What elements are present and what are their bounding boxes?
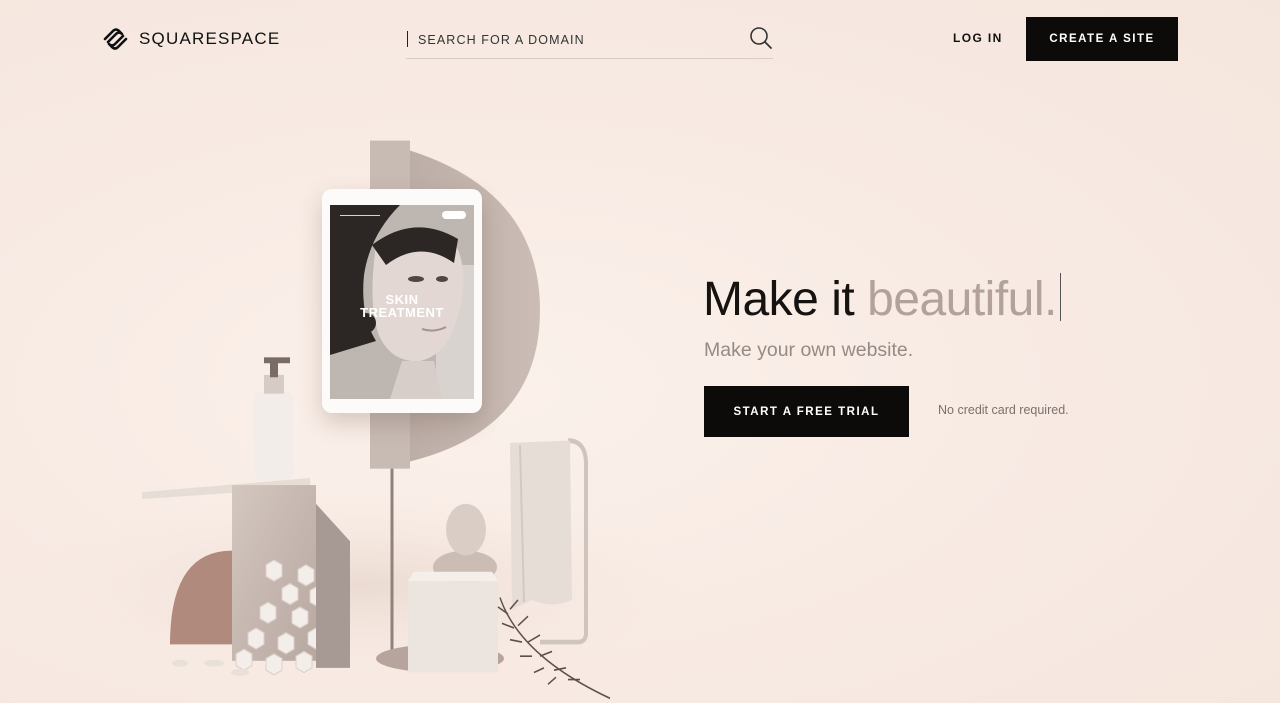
headline-accent-text: beautiful. <box>867 273 1057 326</box>
login-link[interactable]: LOG IN <box>953 31 1003 45</box>
tablet-nav-button <box>442 211 466 219</box>
create-site-button[interactable]: CREATE A SITE <box>1026 17 1178 61</box>
tablet-mockup: SKIN TREATMENT <box>322 189 482 413</box>
hero-subheading: Make your own website. <box>704 339 914 361</box>
tablet-heading-line2: TREATMENT <box>360 305 444 320</box>
tablet-nav-line <box>340 215 380 216</box>
page: SQUARESPACE LOG IN CREATE A SITE <box>0 0 1280 703</box>
tablet-topbar <box>330 205 474 225</box>
typing-cursor <box>1059 273 1061 321</box>
headline-dark-text: Make it <box>703 273 855 326</box>
search-icon[interactable] <box>749 26 773 50</box>
hero-headline: Make it beautiful. <box>703 270 1061 330</box>
no-credit-card-note: No credit card required. <box>938 403 1069 417</box>
tablet-screen: SKIN TREATMENT <box>330 205 474 399</box>
start-free-trial-button[interactable]: START A FREE TRIAL <box>704 386 909 437</box>
